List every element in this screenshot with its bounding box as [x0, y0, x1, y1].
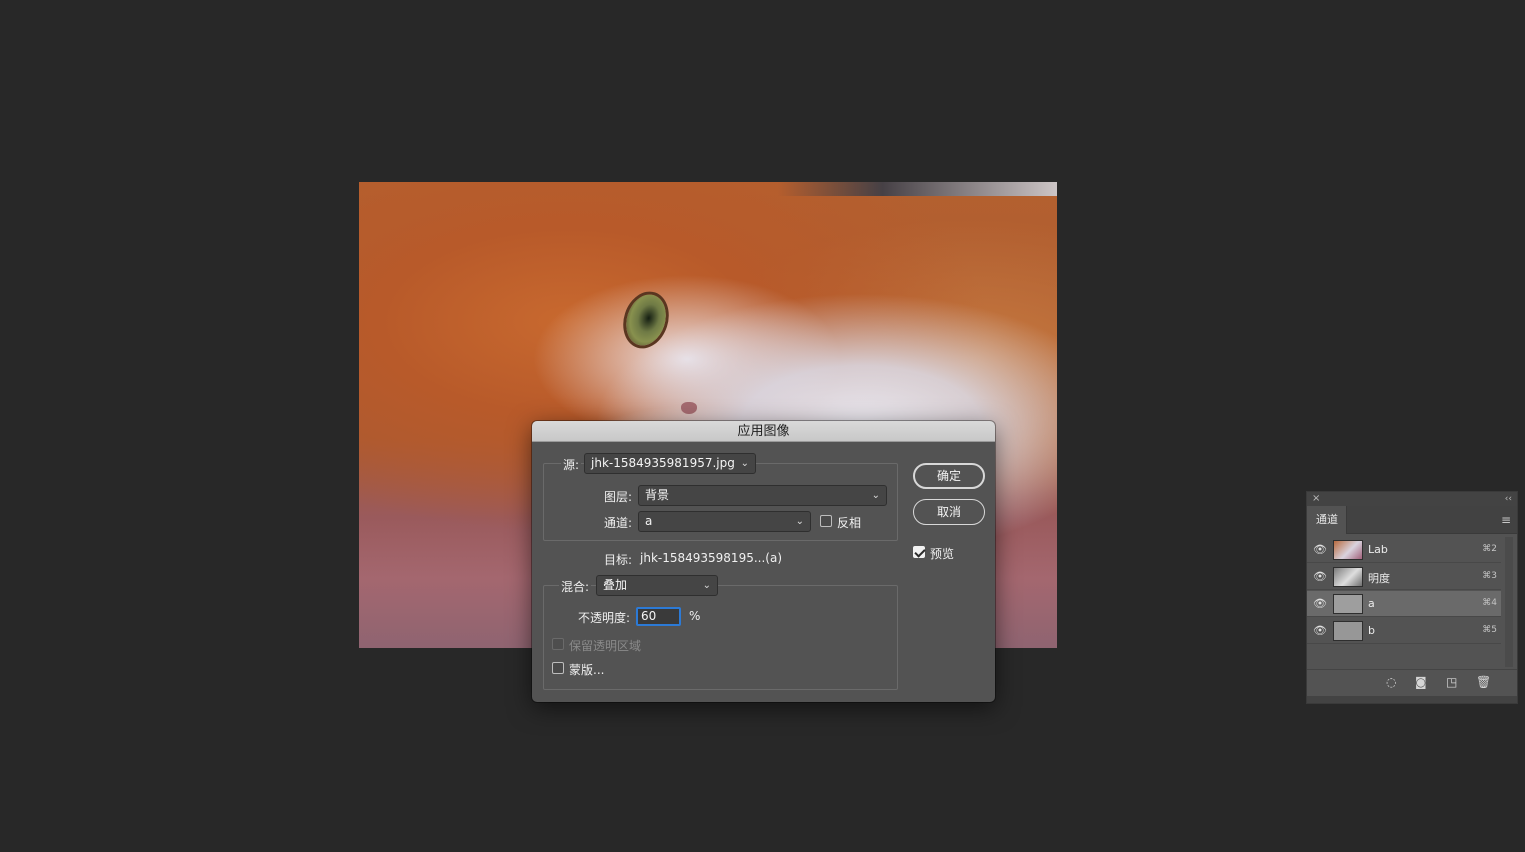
channel-value: a [645, 514, 653, 528]
channel-select[interactable]: a ⌄ [638, 511, 811, 532]
eye-icon[interactable]: 👁 [1313, 571, 1327, 583]
channel-name: b [1368, 624, 1375, 637]
preserve-transparency-label: 保留透明区域 [569, 639, 642, 653]
source-label: 源: [561, 456, 582, 473]
channel-shortcut: ⌘2 [1482, 544, 1497, 554]
eye-icon[interactable]: 👁 [1313, 544, 1327, 556]
panel-bottom-strip [1307, 696, 1517, 703]
opacity-unit: % [689, 609, 701, 623]
chevron-down-icon: ⌄ [871, 490, 880, 501]
channel-thumbnail [1333, 621, 1363, 641]
mask-label: 蒙版... [569, 663, 605, 677]
chevron-down-icon: ⌄ [795, 516, 804, 527]
panel-scrollbar[interactable] [1505, 537, 1513, 667]
source-value: jhk-1584935981957.jpg [591, 456, 735, 470]
blend-select[interactable]: 叠加 ⌄ [596, 575, 718, 596]
layer-label: 图层: [604, 490, 633, 504]
blend-value: 叠加 [603, 578, 628, 592]
channel-thumbnail [1333, 594, 1363, 614]
channel-shortcut: ⌘5 [1482, 625, 1497, 635]
channel-name: a [1368, 597, 1375, 610]
preserve-transparency-checkbox[interactable] [552, 638, 564, 650]
preview-checkbox[interactable] [913, 546, 925, 558]
dialog-title: 应用图像 [532, 421, 995, 442]
cat-eye [619, 289, 673, 351]
invert-checkbox[interactable] [820, 515, 832, 527]
trash-icon[interactable]: 🗑 [1476, 675, 1491, 689]
blend-label: 混合: [559, 578, 592, 595]
ok-button[interactable]: 确定 [913, 463, 985, 489]
channel-row-lab[interactable]: 👁 Lab ⌘2 [1307, 537, 1501, 563]
preview-label: 预览 [930, 547, 955, 561]
eye-icon[interactable]: 👁 [1313, 625, 1327, 637]
channel-shortcut: ⌘3 [1482, 571, 1497, 581]
collapse-icon[interactable]: ‹‹ [1505, 492, 1512, 506]
channel-row-lightness[interactable]: 👁 明度 ⌘3 [1307, 564, 1501, 590]
mask-checkbox[interactable] [552, 662, 564, 674]
apply-image-dialog: 应用图像 源: jhk-1584935981957.jpg ⌄ 图层: 背景 ⌄… [532, 421, 995, 702]
channel-label: 通道: [604, 516, 633, 530]
channel-row-a[interactable]: 👁 a ⌘4 [1307, 591, 1501, 617]
opacity-input[interactable]: 60 [636, 607, 681, 626]
save-selection-icon[interactable]: ◙ [1415, 675, 1427, 689]
invert-label: 反相 [837, 516, 862, 530]
chevron-down-icon: ⌄ [740, 458, 749, 469]
cat-nose [681, 402, 697, 414]
load-selection-icon[interactable]: ◌ [1386, 675, 1396, 689]
chevron-down-icon: ⌄ [702, 580, 711, 591]
layer-value: 背景 [645, 488, 670, 502]
channel-shortcut: ⌘4 [1482, 598, 1497, 608]
panel-footer: ◌ ◙ ◳ 🗑 [1307, 669, 1517, 695]
channel-name: Lab [1368, 543, 1388, 556]
channel-thumbnail [1333, 567, 1363, 587]
target-value: jhk-158493598195...(a) [640, 551, 782, 565]
eye-icon[interactable]: 👁 [1313, 598, 1327, 610]
channel-row-b[interactable]: 👁 b ⌘5 [1307, 618, 1501, 644]
channel-thumbnail [1333, 540, 1363, 560]
panel-tabs: 通道 ≡ [1307, 506, 1517, 534]
photo-background-strip [359, 182, 1057, 196]
panel-header: × ‹‹ [1307, 492, 1517, 506]
panel-menu-icon[interactable]: ≡ [1501, 513, 1511, 527]
target-label: 目标: [604, 553, 633, 567]
channel-name: 明度 [1368, 572, 1390, 585]
new-channel-icon[interactable]: ◳ [1446, 675, 1457, 689]
layer-select[interactable]: 背景 ⌄ [638, 485, 887, 506]
close-icon[interactable]: × [1312, 492, 1320, 506]
opacity-label: 不透明度: [578, 611, 631, 625]
channels-panel: × ‹‹ 通道 ≡ 👁 Lab ⌘2 👁 明度 ⌘3 👁 a ⌘4 👁 b ⌘5… [1306, 491, 1518, 704]
source-select[interactable]: jhk-1584935981957.jpg ⌄ [584, 453, 756, 474]
tab-channels[interactable]: 通道 [1307, 506, 1347, 534]
cancel-button[interactable]: 取消 [913, 499, 985, 525]
